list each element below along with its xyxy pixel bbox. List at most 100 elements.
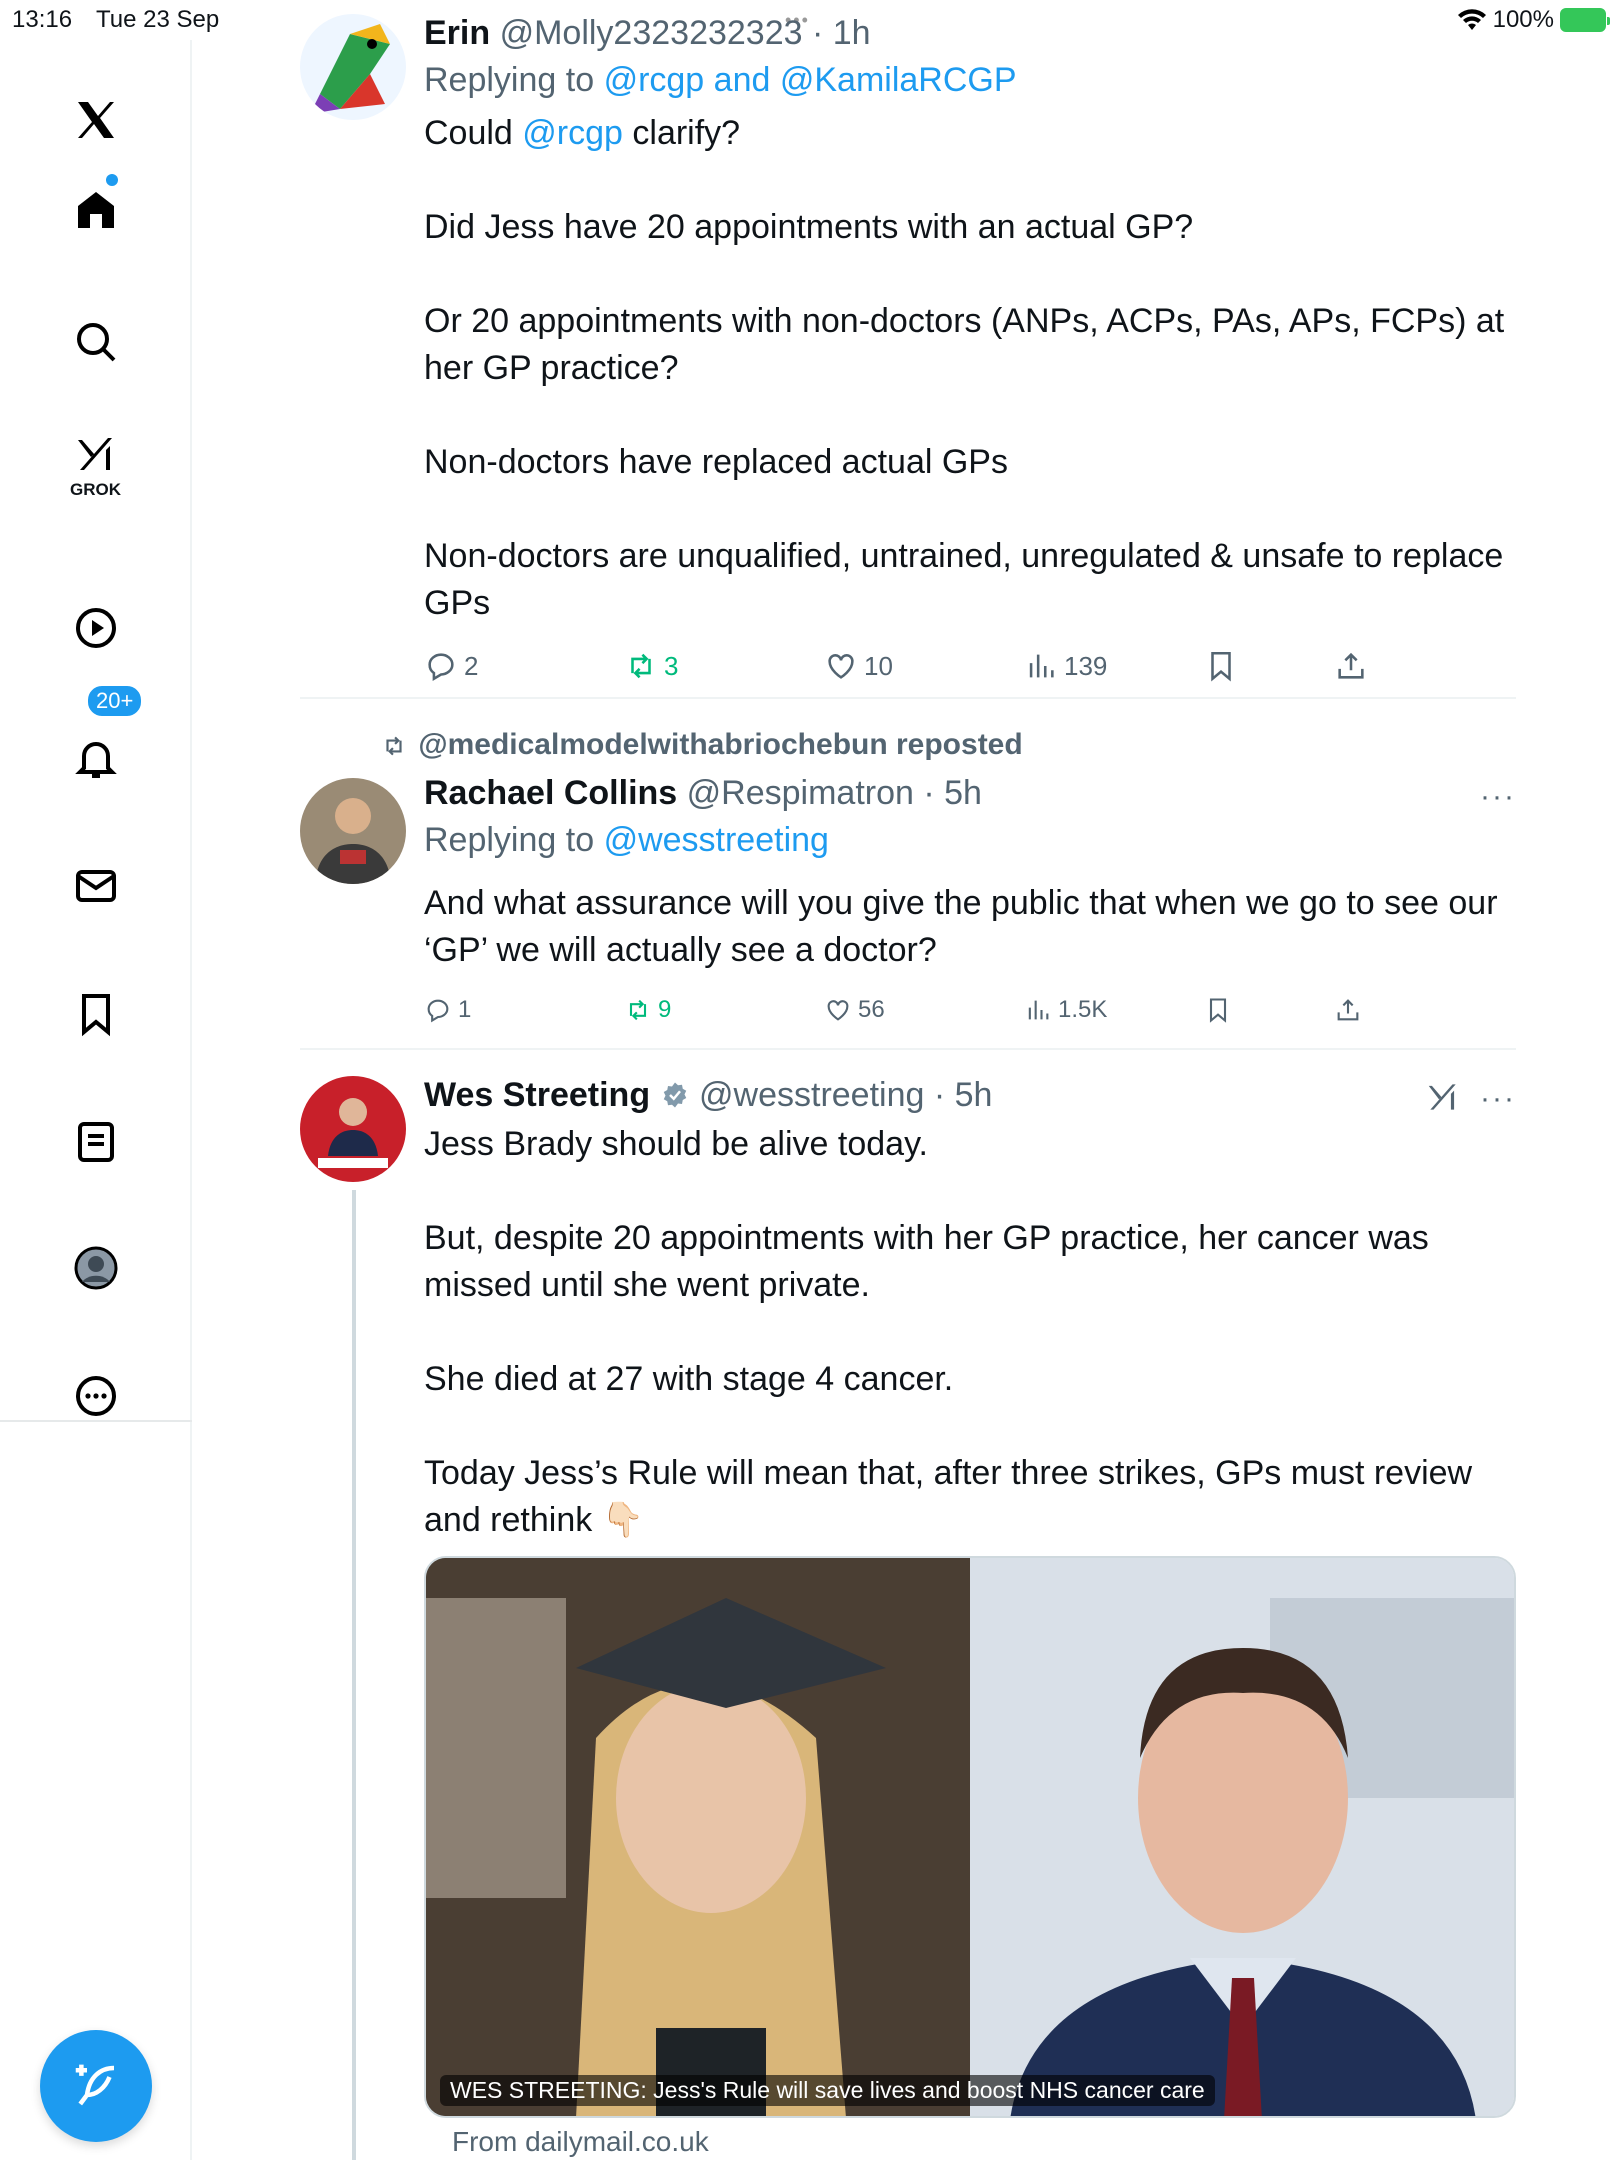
sidebar-item-bookmarks[interactable]	[66, 984, 126, 1044]
sidebar-item-profile[interactable]	[66, 1238, 126, 1298]
grok-explain-button[interactable]	[1424, 1078, 1462, 1121]
tweet-header: Wes Streeting @wesstreeting · 5h	[424, 1076, 1516, 1115]
x-logo[interactable]	[66, 90, 126, 150]
person-avatar-icon	[300, 1076, 406, 1182]
repost-icon	[629, 999, 647, 1021]
video-icon	[76, 608, 116, 648]
avatar[interactable]	[300, 14, 406, 120]
repost-context[interactable]: @medicalmodelwithabriochebun reposted	[378, 728, 1023, 762]
share-button[interactable]	[1334, 649, 1368, 683]
sidebar-item-home[interactable]	[66, 180, 126, 240]
display-name[interactable]: Rachael Collins	[424, 774, 677, 812]
share-icon	[1337, 999, 1359, 1021]
reply-count: 2	[464, 650, 479, 681]
profile-avatar-icon	[74, 1246, 118, 1290]
tweet-header: Erin @Molly2323232323 · 1h	[424, 14, 1516, 53]
avatar[interactable]	[300, 778, 406, 884]
battery-icon	[1560, 8, 1610, 32]
bookmark-icon	[82, 994, 110, 1037]
x-logo-icon	[78, 102, 114, 138]
sidebar-item-messages[interactable]	[66, 856, 126, 916]
views-icon	[1029, 654, 1054, 678]
heart-icon	[828, 654, 854, 679]
repost-by: @medicalmodelwithabriochebun reposted	[418, 728, 1023, 761]
image-right	[970, 1558, 1514, 2116]
tweet-actions: 2 3 10 139	[424, 649, 1516, 695]
tweet-divider	[300, 697, 1516, 699]
bookmark-button[interactable]	[1204, 649, 1238, 683]
mention-link[interactable]: @rcgp	[522, 114, 623, 152]
person-avatar-icon	[300, 778, 406, 884]
link-card-image[interactable]: WES STREETING: Jess's Rule will save liv…	[424, 1556, 1516, 2118]
tweet[interactable]: @medicalmodelwithabriochebun reposted Ra…	[300, 728, 1516, 1038]
tweet[interactable]: Wes Streeting @wesstreeting · 5h ··· Jes…	[300, 1076, 1516, 2160]
reply-prefix: Replying to	[424, 61, 595, 99]
like-button[interactable]: 56	[824, 996, 885, 1024]
notifications-badge: 20+	[86, 684, 144, 718]
view-count: 1.5K	[1058, 996, 1108, 1023]
sidebar-item-more[interactable]	[66, 1366, 126, 1426]
repost-count: 9	[658, 996, 672, 1023]
sidebar-nav: GROK 20+	[0, 40, 192, 2160]
display-name[interactable]: Wes Streeting	[424, 1076, 650, 1114]
tweet-actions: 1 9 56 1.5K	[424, 996, 1516, 1042]
more-options-button[interactable]: ···	[1480, 780, 1516, 814]
bookmark-icon	[1211, 651, 1231, 682]
home-icon	[78, 192, 114, 228]
grok-icon	[78, 438, 112, 470]
grok-icon	[1428, 1084, 1456, 1110]
text-pre: Could	[424, 114, 523, 152]
repost-icon	[386, 736, 402, 756]
man-photo-icon	[970, 1558, 1514, 2116]
repost-button[interactable]: 3	[624, 649, 678, 683]
woman-photo-icon	[426, 1558, 972, 2116]
more-circle-icon	[76, 1376, 116, 1416]
reply-button[interactable]: 2	[424, 649, 478, 683]
sidebar-divider	[0, 1420, 192, 1422]
timestamp[interactable]: · 5h	[934, 1076, 993, 1114]
link-source[interactable]: From dailymail.co.uk	[452, 2126, 709, 2158]
reply-button[interactable]: 1	[424, 996, 471, 1024]
tweet[interactable]: Erin @Molly2323232323 · 1h Replying to @…	[300, 14, 1516, 694]
reply-icon	[428, 653, 454, 682]
list-icon	[78, 1122, 114, 1162]
reply-icon	[427, 999, 449, 1023]
views-icon	[1028, 1000, 1049, 1020]
reply-to-link[interactable]: @wesstreeting	[604, 821, 829, 859]
handle[interactable]: @Molly2323232323	[500, 14, 803, 52]
heart-icon	[827, 1000, 849, 1021]
tweet-text: Jess Brady should be alive today. But, d…	[424, 1125, 1473, 1539]
status-time: 13:16	[12, 6, 73, 33]
reply-context: Replying to @wesstreeting	[424, 821, 1516, 860]
like-button[interactable]: 10	[824, 649, 893, 683]
home-unread-dot	[106, 174, 118, 186]
reply-context: Replying to @rcgp and @KamilaRCGP	[424, 61, 1516, 100]
sidebar-item-lists[interactable]	[66, 1112, 126, 1172]
sidebar-item-video[interactable]	[66, 598, 126, 658]
share-button[interactable]	[1334, 996, 1362, 1024]
compose-post-button[interactable]	[40, 2030, 152, 2142]
display-name[interactable]: Erin	[424, 14, 490, 52]
sidebar-item-notifications[interactable]	[66, 728, 126, 788]
image-left	[426, 1558, 972, 2116]
compose-feather-icon	[75, 2064, 115, 2106]
reply-to-link[interactable]: @rcgp and @KamilaRCGP	[604, 61, 1017, 99]
verified-badge-icon	[663, 1082, 686, 1108]
eagle-avatar-icon	[300, 14, 406, 120]
handle[interactable]: @Respimatron	[687, 774, 914, 812]
reply-count: 1	[458, 996, 472, 1023]
like-count: 10	[864, 650, 893, 681]
more-options-button[interactable]: ···	[1480, 1082, 1516, 1116]
views-button[interactable]: 1.5K	[1024, 996, 1107, 1024]
view-count: 139	[1064, 650, 1108, 681]
timestamp[interactable]: · 5h	[923, 774, 982, 812]
bookmark-button[interactable]	[1204, 996, 1232, 1024]
views-button[interactable]: 139	[1024, 649, 1107, 683]
tweet-header: Rachael Collins @Respimatron · 5h	[424, 774, 1516, 813]
timestamp[interactable]: · 1h	[812, 14, 871, 52]
handle[interactable]: @wesstreeting	[699, 1076, 924, 1114]
sidebar-item-grok[interactable]	[66, 424, 126, 484]
sidebar-item-search[interactable]	[66, 312, 126, 372]
repost-button[interactable]: 9	[624, 996, 671, 1024]
avatar[interactable]	[300, 1076, 406, 1182]
